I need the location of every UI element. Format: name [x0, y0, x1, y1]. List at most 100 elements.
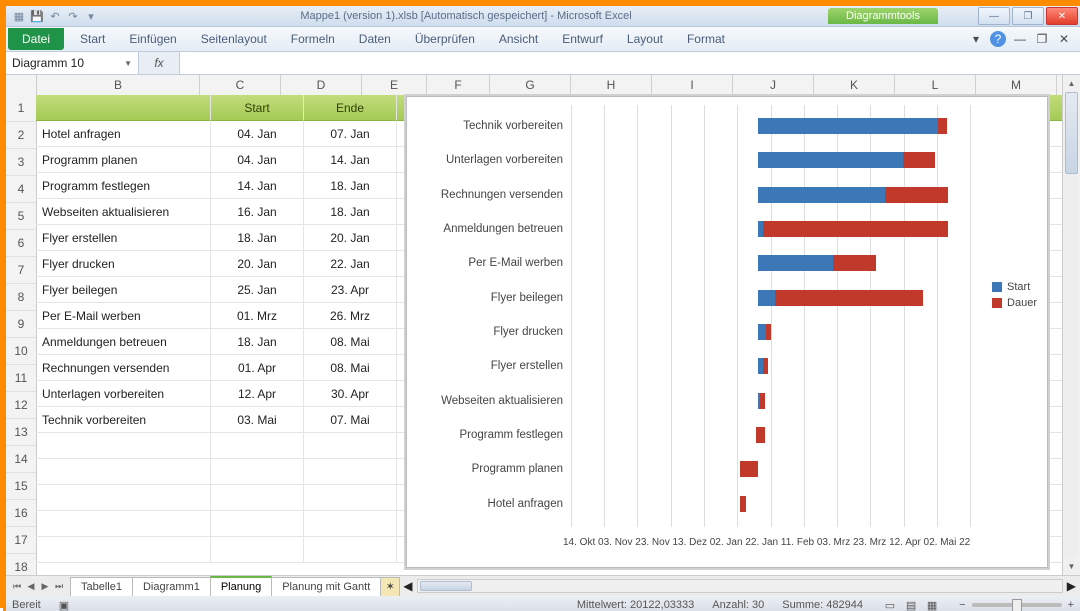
row-header[interactable]: 13 [6, 419, 36, 446]
cell[interactable] [304, 511, 397, 537]
row-header[interactable]: 1 [6, 95, 36, 122]
sheet-nav-last-icon[interactable]: ⏭ [52, 581, 66, 592]
cell[interactable]: Per E-Mail werben [36, 303, 211, 329]
cell[interactable]: 14. Jan [211, 173, 304, 199]
row-header[interactable]: 8 [6, 284, 36, 311]
row-header[interactable]: 10 [6, 338, 36, 365]
sheet-tab[interactable]: Planung mit Gantt [271, 577, 381, 596]
cell[interactable]: 22. Jan [304, 251, 397, 277]
cell[interactable]: 04. Jan [211, 121, 304, 147]
cell[interactable]: Flyer erstellen [36, 225, 211, 251]
ribbon-tab-format[interactable]: Format [675, 28, 737, 50]
undo-icon[interactable]: ↶ [48, 9, 62, 23]
col-header[interactable]: F [427, 75, 490, 95]
cell[interactable]: Flyer beilegen [36, 277, 211, 303]
help-icon[interactable]: ? [990, 31, 1006, 47]
col-header[interactable]: C [200, 75, 281, 95]
row-header[interactable]: 6 [6, 230, 36, 257]
maximize-button[interactable]: ❐ [1012, 7, 1044, 25]
cell[interactable] [211, 537, 304, 563]
cell[interactable] [211, 459, 304, 485]
cell[interactable]: 01. Mrz [211, 303, 304, 329]
row-header[interactable]: 15 [6, 473, 36, 500]
cell[interactable] [36, 95, 211, 121]
col-header[interactable]: M [976, 75, 1057, 95]
ribbon-tab-start[interactable]: Start [68, 28, 117, 50]
row-header[interactable]: 17 [6, 527, 36, 554]
cell[interactable]: Hotel anfragen [36, 121, 211, 147]
hscroll-right-icon[interactable]: ▶ [1067, 579, 1076, 593]
cell[interactable] [304, 485, 397, 511]
cell[interactable]: 18. Jan [304, 173, 397, 199]
cell[interactable]: Flyer drucken [36, 251, 211, 277]
cell[interactable]: Unterlagen vorbereiten [36, 381, 211, 407]
name-box-dropdown-icon[interactable]: ▼ [124, 59, 132, 68]
cell[interactable]: 30. Apr [304, 381, 397, 407]
scroll-thumb[interactable] [1065, 92, 1078, 174]
cell[interactable]: 07. Jan [304, 121, 397, 147]
row-header[interactable]: 7 [6, 257, 36, 284]
cell[interactable] [36, 433, 211, 459]
ribbon-tab-layout[interactable]: Layout [615, 28, 675, 50]
row-header[interactable]: 12 [6, 392, 36, 419]
zoom-out-button[interactable]: − [959, 599, 965, 611]
view-pagebreak-icon[interactable]: ▦ [923, 599, 941, 611]
cell[interactable] [211, 485, 304, 511]
ribbon-tab-review[interactable]: Überprüfen [403, 28, 487, 50]
new-sheet-button[interactable]: ✶ [380, 577, 400, 596]
cell[interactable]: 16. Jan [211, 199, 304, 225]
vertical-scrollbar[interactable]: ▲ ▼ [1062, 75, 1080, 575]
hscroll-thumb[interactable] [420, 581, 472, 591]
workbook-min-icon[interactable]: — [1012, 31, 1028, 47]
formula-input[interactable] [180, 52, 1080, 74]
cell[interactable]: 03. Mai [211, 407, 304, 433]
cell[interactable]: 12. Apr [211, 381, 304, 407]
col-header[interactable]: H [571, 75, 652, 95]
horizontal-scrollbar[interactable] [417, 579, 1063, 593]
hscroll-left-icon[interactable]: ◀ [403, 579, 412, 593]
row-header[interactable]: 9 [6, 311, 36, 338]
cell[interactable]: Technik vorbereiten [36, 407, 211, 433]
sheet-nav-prev-icon[interactable]: ◀ [24, 581, 38, 592]
zoom-control[interactable]: − + [959, 599, 1074, 611]
col-header[interactable]: G [490, 75, 571, 95]
cell[interactable]: Start [211, 95, 304, 121]
sheet-tab-active[interactable]: Planung [210, 576, 272, 596]
select-all-corner[interactable] [6, 75, 37, 95]
col-header[interactable]: E [362, 75, 427, 95]
sheet-tab[interactable]: Diagramm1 [132, 577, 211, 596]
col-header[interactable]: I [652, 75, 733, 95]
save-icon[interactable]: 💾 [30, 9, 44, 23]
ribbon-tab-view[interactable]: Ansicht [487, 28, 550, 50]
cell[interactable]: 20. Jan [211, 251, 304, 277]
row-header[interactable]: 18 [6, 554, 36, 575]
cell[interactable] [304, 459, 397, 485]
zoom-slider[interactable] [972, 603, 1062, 607]
col-header[interactable]: J [733, 75, 814, 95]
cell[interactable]: 25. Jan [211, 277, 304, 303]
view-normal-icon[interactable]: ▭ [881, 599, 899, 611]
cell[interactable]: 18. Jan [211, 329, 304, 355]
workbook-close-icon[interactable]: ✕ [1056, 31, 1072, 47]
cell[interactable] [36, 511, 211, 537]
row-header[interactable]: 3 [6, 149, 36, 176]
row-header[interactable]: 11 [6, 365, 36, 392]
zoom-in-button[interactable]: + [1068, 599, 1074, 611]
cell[interactable]: 23. Apr [304, 277, 397, 303]
cell[interactable]: 01. Apr [211, 355, 304, 381]
cell[interactable]: 26. Mrz [304, 303, 397, 329]
close-button[interactable]: ✕ [1046, 7, 1078, 25]
cell[interactable] [211, 433, 304, 459]
cell[interactable] [304, 537, 397, 563]
cell[interactable] [304, 433, 397, 459]
cell[interactable]: Anmeldungen betreuen [36, 329, 211, 355]
workbook-restore-icon[interactable]: ❐ [1034, 31, 1050, 47]
col-header[interactable]: K [814, 75, 895, 95]
cell[interactable] [211, 511, 304, 537]
scroll-down-icon[interactable]: ▼ [1063, 558, 1080, 575]
row-header[interactable]: 14 [6, 446, 36, 473]
cell[interactable]: Webseiten aktualisieren [36, 199, 211, 225]
ribbon-tab-data[interactable]: Daten [347, 28, 403, 50]
ribbon-tab-pagelayout[interactable]: Seitenlayout [189, 28, 279, 50]
sheet-nav-next-icon[interactable]: ▶ [38, 581, 52, 592]
